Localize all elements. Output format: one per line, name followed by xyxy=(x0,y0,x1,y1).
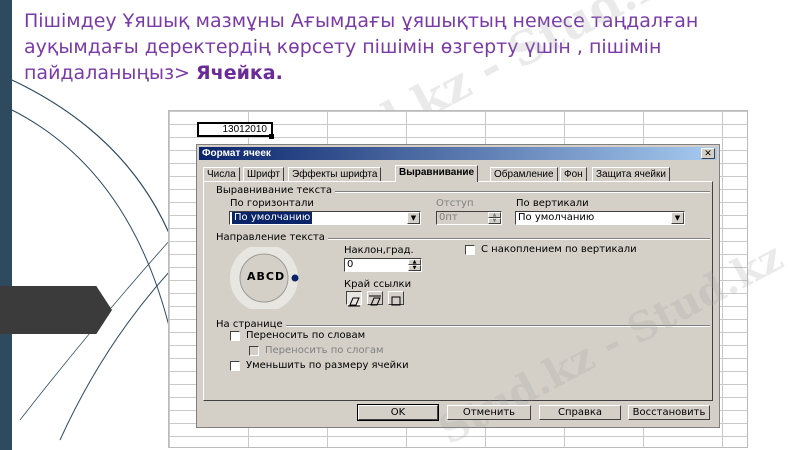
angle-value: 0 xyxy=(347,259,354,270)
close-button[interactable]: ✕ xyxy=(701,148,715,159)
tab-alignment[interactable]: Выравнивание xyxy=(395,165,479,182)
orientation-group-label: Направление текста xyxy=(216,232,328,243)
tab-numbers[interactable]: Числа xyxy=(203,167,240,181)
tab-font-effects[interactable]: Эффекты шрифта xyxy=(288,167,382,181)
dialog-title: Формат ячеек xyxy=(202,148,271,159)
edge-inside-button[interactable] xyxy=(388,291,404,306)
help-button[interactable]: Справка xyxy=(539,405,621,420)
active-cell[interactable]: 13012010 xyxy=(197,122,273,137)
ok-button[interactable]: OK xyxy=(357,404,439,421)
slide-title-bold: Ячейка. xyxy=(196,62,283,84)
tab-background[interactable]: Фон xyxy=(560,167,587,181)
edge-inside-icon xyxy=(391,296,401,306)
wrap-label: Переносить по словам xyxy=(246,330,366,341)
cell-fill-handle[interactable] xyxy=(269,134,274,139)
shrink-checkbox[interactable] xyxy=(230,361,240,371)
indent-value: 0пт xyxy=(439,212,458,223)
angle-spinner[interactable]: 0 ▲ ▼ xyxy=(344,258,422,272)
spin-down-icon[interactable]: ▼ xyxy=(408,265,421,271)
page-group-label: На странице xyxy=(216,319,286,330)
edge-bottom-button[interactable] xyxy=(346,291,362,307)
dial-text: ABCD xyxy=(247,270,286,283)
slide-arrow-tab xyxy=(0,286,112,334)
indent-label: Отступ xyxy=(436,198,474,209)
alignment-group-label: Выравнивание текста xyxy=(216,185,336,196)
orientation-group-line xyxy=(320,238,710,240)
edge-label: Край ссылки xyxy=(344,279,412,290)
angle-label: Наклон,град. xyxy=(344,245,414,256)
shrink-label: Уменьшить по размеру ячейки xyxy=(246,360,409,371)
alignment-group-line xyxy=(330,191,710,193)
stacked-label: С накоплением по вертикали xyxy=(481,244,637,255)
chevron-down-icon[interactable]: ▼ xyxy=(671,212,684,224)
horizontal-combo[interactable]: По умолчанию ▼ xyxy=(229,211,421,225)
spin-down-icon: ▼ xyxy=(488,218,501,224)
stacked-checkbox[interactable] xyxy=(465,245,475,255)
wrap-checkbox[interactable] xyxy=(230,331,240,341)
horizontal-label: По горизонтали xyxy=(230,198,314,209)
horizontal-value: По умолчанию xyxy=(232,212,313,224)
hyphen-label: Переносить по слогам xyxy=(265,345,384,356)
vertical-value: По умолчанию xyxy=(518,212,595,223)
vertical-combo[interactable]: По умолчанию ▼ xyxy=(515,211,685,225)
tab-cell-protection[interactable]: Защита ячейки xyxy=(592,167,670,181)
edge-top-button[interactable] xyxy=(367,291,383,306)
indent-spinner: 0пт ▲ ▼ xyxy=(436,211,502,225)
close-icon: ✕ xyxy=(704,148,712,158)
hyphen-checkbox xyxy=(249,346,259,356)
cancel-button[interactable]: Отменить xyxy=(447,405,531,420)
edge-bottom-icon xyxy=(348,297,360,307)
dialog-titlebar[interactable]: Формат ячеек ✕ xyxy=(199,147,717,160)
slide-title: Пішімдеу Ұяшық мазмұны Ағымдағы ұяшықтың… xyxy=(24,8,794,86)
tab-borders[interactable]: Обрамление xyxy=(490,167,558,181)
vertical-label: По вертикали xyxy=(516,198,589,209)
tab-font[interactable]: Шрифт xyxy=(243,167,284,181)
reset-button[interactable]: Восстановить xyxy=(628,405,710,420)
edge-top-icon xyxy=(369,295,381,306)
chevron-down-icon[interactable]: ▼ xyxy=(407,212,420,224)
